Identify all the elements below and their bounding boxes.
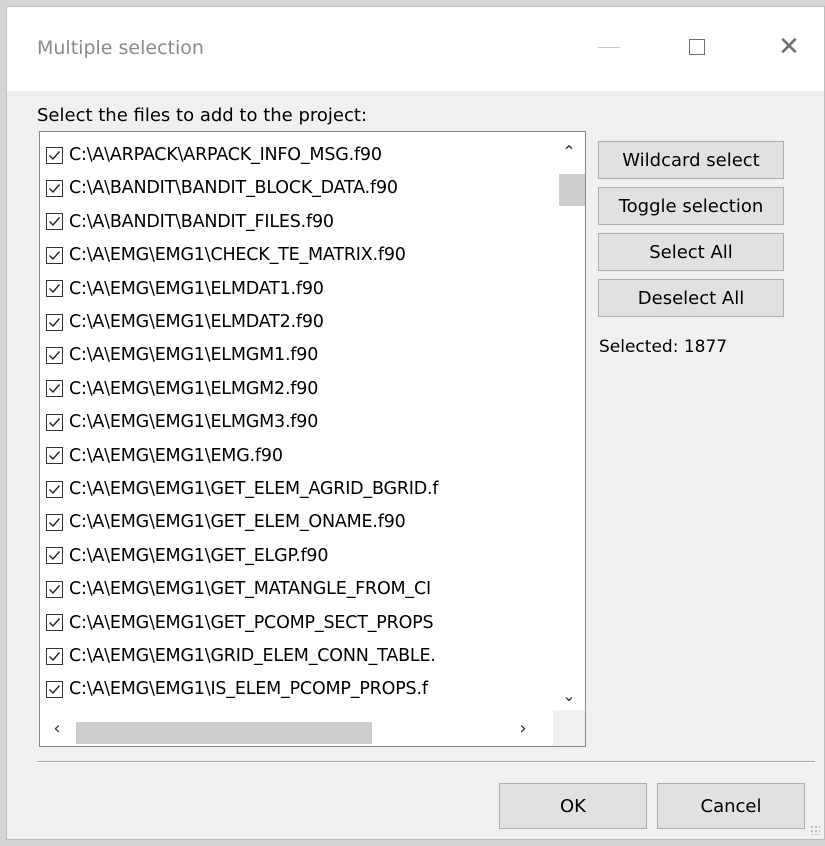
checkbox[interactable] (46, 547, 63, 565)
file-path-label: C:\A\EMG\EMG1\GET_MATANGLE_FROM_CI (69, 579, 431, 600)
title-bar[interactable]: Multiple selection ✕ (7, 7, 824, 91)
checkbox[interactable] (46, 647, 63, 665)
file-list-item[interactable]: C:\A\EMG\EMG1\IS_ELEM_PCOMP_PROPS.f (40, 672, 550, 706)
file-path-label: C:\A\EMG\EMG1\GET_PCOMP_SECT_PROPS (69, 612, 434, 633)
file-path-label: C:\A\ARPACK\ARPACK_INFO_MSG.f90 (69, 145, 382, 165)
file-path-label: C:\A\EMG\EMG1\ELMGM2.f90 (69, 378, 319, 399)
checkbox[interactable] (46, 313, 63, 331)
vertical-scrollbar[interactable]: ⌃ ⌄ (553, 132, 585, 710)
file-list-item[interactable]: C:\A\EMG\EMG1\GRID_ELEM_CONN_TABLE. (40, 639, 550, 673)
file-list-item[interactable]: C:\A\EMG\EMG1\ELMGM3.f90 (40, 405, 550, 439)
horizontal-scroll-thumb[interactable] (76, 722, 372, 744)
scroll-up-icon[interactable]: ⌃ (553, 136, 585, 166)
horizontal-scrollbar[interactable]: ‹ › (40, 710, 585, 746)
footer-divider-highlight (37, 762, 815, 763)
file-path-label: C:\A\BANDIT\BANDIT_FILES.f90 (69, 211, 334, 232)
checkbox[interactable] (46, 380, 63, 398)
file-list-item[interactable]: C:\A\EMG\EMG1\GET_ELEM_AGRID_BGRID.f (40, 472, 550, 506)
file-list[interactable]: C:\A\ARPACK\ARPACK_INFO_MSG.f90 C:\A\BAND… (39, 131, 586, 747)
checkbox[interactable] (46, 179, 63, 197)
file-list-item[interactable]: C:\A\EMG\EMG1\ELMDAT2.f90 (40, 305, 550, 339)
file-list-item[interactable]: C:\A\EMG\EMG1\GET_ELEM_ONAME.f90 (40, 505, 550, 539)
file-path-label: C:\A\EMG\EMG1\GET_ELEM_AGRID_BGRID.f (69, 479, 439, 499)
checkbox[interactable] (46, 614, 63, 632)
cancel-button[interactable]: Cancel (657, 783, 805, 829)
checkbox[interactable] (46, 513, 63, 531)
checkbox[interactable] (46, 447, 63, 465)
ok-button[interactable]: OK (499, 783, 647, 829)
file-path-label: C:\A\EMG\EMG1\IS_ELEM_PCOMP_PROPS.f (69, 679, 428, 700)
file-list-item[interactable]: C:\A\ARPACK\ARPACK_INFO_MSG.f90 (40, 138, 550, 172)
file-path-label: C:\A\EMG\EMG1\ELMDAT2.f90 (69, 312, 324, 332)
maximize-button[interactable] (675, 29, 719, 65)
wildcard-select-button[interactable]: Wildcard select (598, 141, 784, 179)
file-list-item[interactable]: C:\A\EMG\EMG1\GET_MATANGLE_FROM_CI (40, 572, 550, 606)
checkbox[interactable] (46, 246, 63, 264)
file-list-item[interactable]: C:\A\EMG\EMG1\ELMGM2.f90 (40, 372, 550, 406)
minimize-icon (598, 46, 620, 48)
deselect-all-button[interactable]: Deselect All (598, 279, 784, 317)
file-path-label: C:\A\EMG\EMG1\GRID_ELEM_CONN_TABLE. (69, 646, 436, 666)
file-list-item[interactable]: C:\A\EMG\EMG1\ELMGM1.f90 (40, 338, 550, 372)
vertical-scroll-thumb[interactable] (559, 174, 585, 206)
instruction-label: Select the files to add to the project: (37, 105, 368, 126)
file-list-item[interactable]: C:\A\EMG\EMG1\GET_ELGP.f90 (40, 539, 550, 573)
checkbox[interactable] (46, 413, 63, 431)
scroll-right-icon[interactable]: › (508, 710, 538, 746)
file-path-label: C:\A\EMG\EMG1\ELMGM1.f90 (69, 345, 319, 366)
close-button[interactable]: ✕ (767, 29, 811, 65)
checkbox[interactable] (46, 213, 63, 231)
maximize-icon (689, 39, 705, 55)
file-path-label: C:\A\BANDIT\BANDIT_BLOCK_DATA.f90 (69, 178, 398, 199)
file-list-item[interactable]: C:\A\BANDIT\BANDIT_FILES.f90 (40, 205, 550, 239)
checkbox[interactable] (46, 480, 63, 498)
file-list-item[interactable]: C:\A\EMG\EMG1\EMG.f90 (40, 439, 550, 473)
file-list-rows: C:\A\ARPACK\ARPACK_INFO_MSG.f90 C:\A\BAND… (40, 132, 550, 710)
file-path-label: C:\A\EMG\EMG1\GET_ELEM_ONAME.f90 (69, 512, 406, 533)
file-path-label: C:\A\EMG\EMG1\ELMGM3.f90 (69, 412, 319, 433)
file-path-label: C:\A\EMG\EMG1\EMG.f90 (69, 445, 283, 466)
selected-count: Selected: 1877 (599, 337, 728, 357)
checkbox[interactable] (46, 346, 63, 364)
checkbox[interactable] (46, 680, 63, 698)
scrollbar-corner (553, 710, 585, 746)
window-title: Multiple selection (37, 37, 204, 59)
toggle-selection-button[interactable]: Toggle selection (598, 187, 784, 225)
checkbox[interactable] (46, 280, 63, 298)
file-path-label: C:\A\EMG\EMG1\GET_ELGP.f90 (69, 545, 329, 566)
file-list-item[interactable]: C:\A\EMG\EMG1\ELMDAT1.f90 (40, 272, 550, 306)
file-list-item[interactable]: C:\A\EMG\EMG1\GET_PCOMP_SECT_PROPS (40, 606, 550, 640)
scroll-left-icon[interactable]: ‹ (42, 710, 72, 746)
minimize-button[interactable] (587, 29, 631, 65)
checkbox[interactable] (46, 580, 63, 598)
file-path-label: C:\A\EMG\EMG1\CHECK_TE_MATRIX.f90 (69, 245, 406, 266)
resize-grip-icon[interactable] (810, 825, 820, 835)
multiple-selection-dialog: Multiple selection ✕ Select the files to… (6, 6, 825, 840)
file-list-item[interactable]: C:\A\BANDIT\BANDIT_BLOCK_DATA.f90 (40, 171, 550, 205)
checkbox[interactable] (46, 146, 63, 164)
file-path-label: C:\A\EMG\EMG1\ELMDAT1.f90 (69, 278, 324, 299)
select-all-button[interactable]: Select All (598, 233, 784, 271)
file-list-item[interactable]: C:\A\EMG\EMG1\CHECK_TE_MATRIX.f90 (40, 238, 550, 272)
close-icon: ✕ (778, 32, 800, 62)
scroll-down-icon[interactable]: ⌄ (553, 680, 585, 710)
